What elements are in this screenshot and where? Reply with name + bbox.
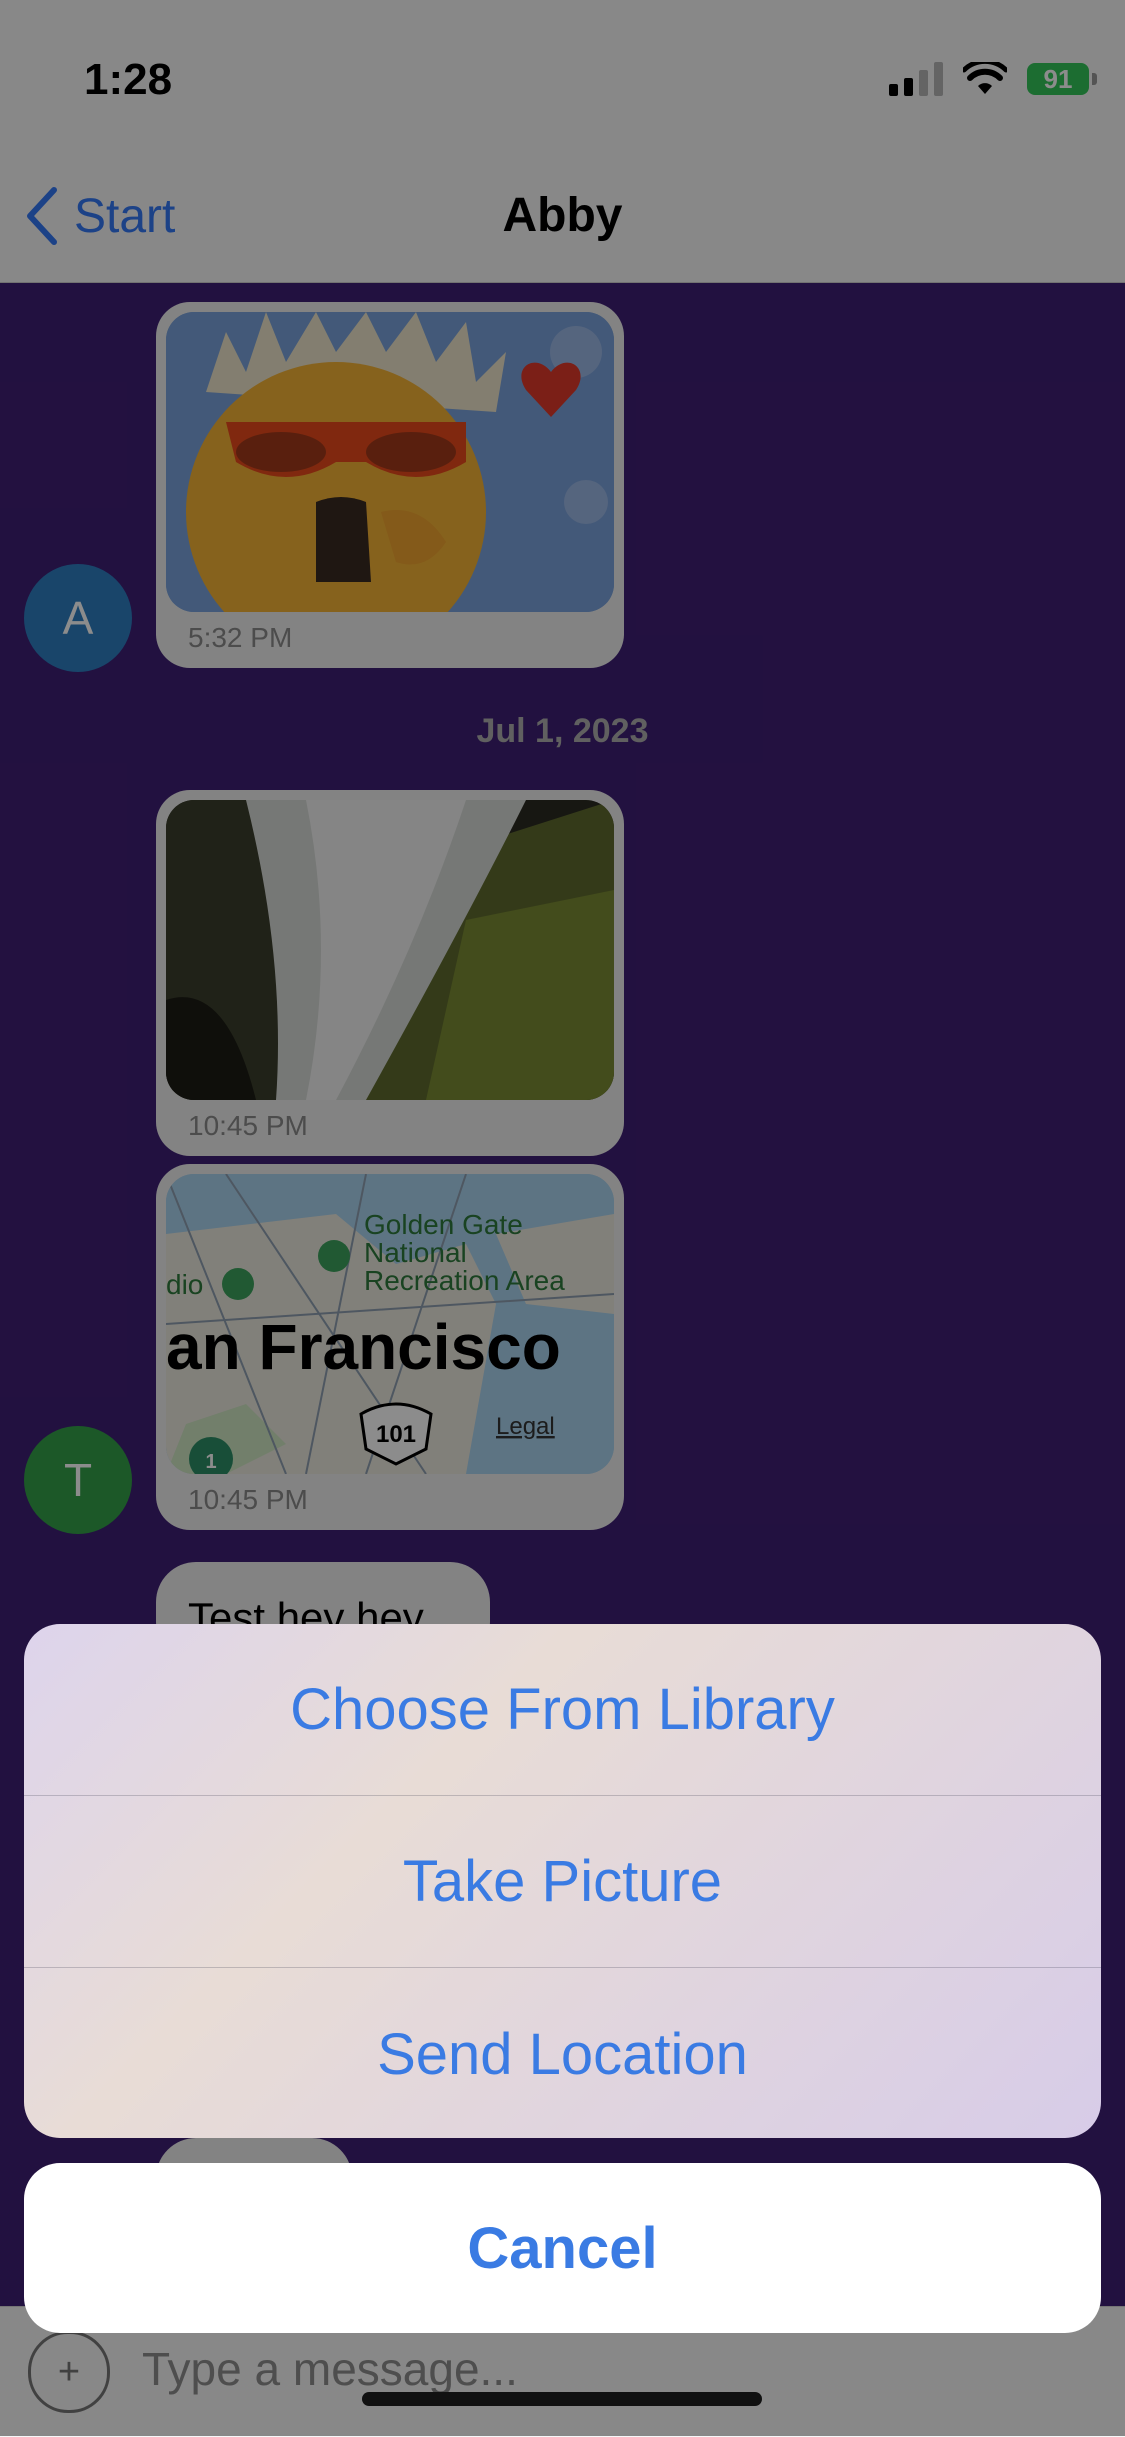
cancel-button[interactable]: Cancel — [24, 2163, 1101, 2333]
home-indicator[interactable] — [362, 2392, 762, 2406]
send-location-button[interactable]: Send Location — [24, 1968, 1101, 2138]
option-label: Send Location — [377, 2021, 748, 2087]
action-sheet: Choose From Library Take Picture Send Lo… — [24, 1624, 1101, 2138]
option-label: Take Picture — [402, 1849, 723, 1914]
option-label: Choose From Library — [290, 1677, 835, 1742]
choose-from-library-button[interactable]: Choose From Library — [24, 1624, 1101, 1796]
cancel-label: Cancel — [467, 2215, 658, 2281]
take-picture-button[interactable]: Take Picture — [24, 1796, 1101, 1968]
